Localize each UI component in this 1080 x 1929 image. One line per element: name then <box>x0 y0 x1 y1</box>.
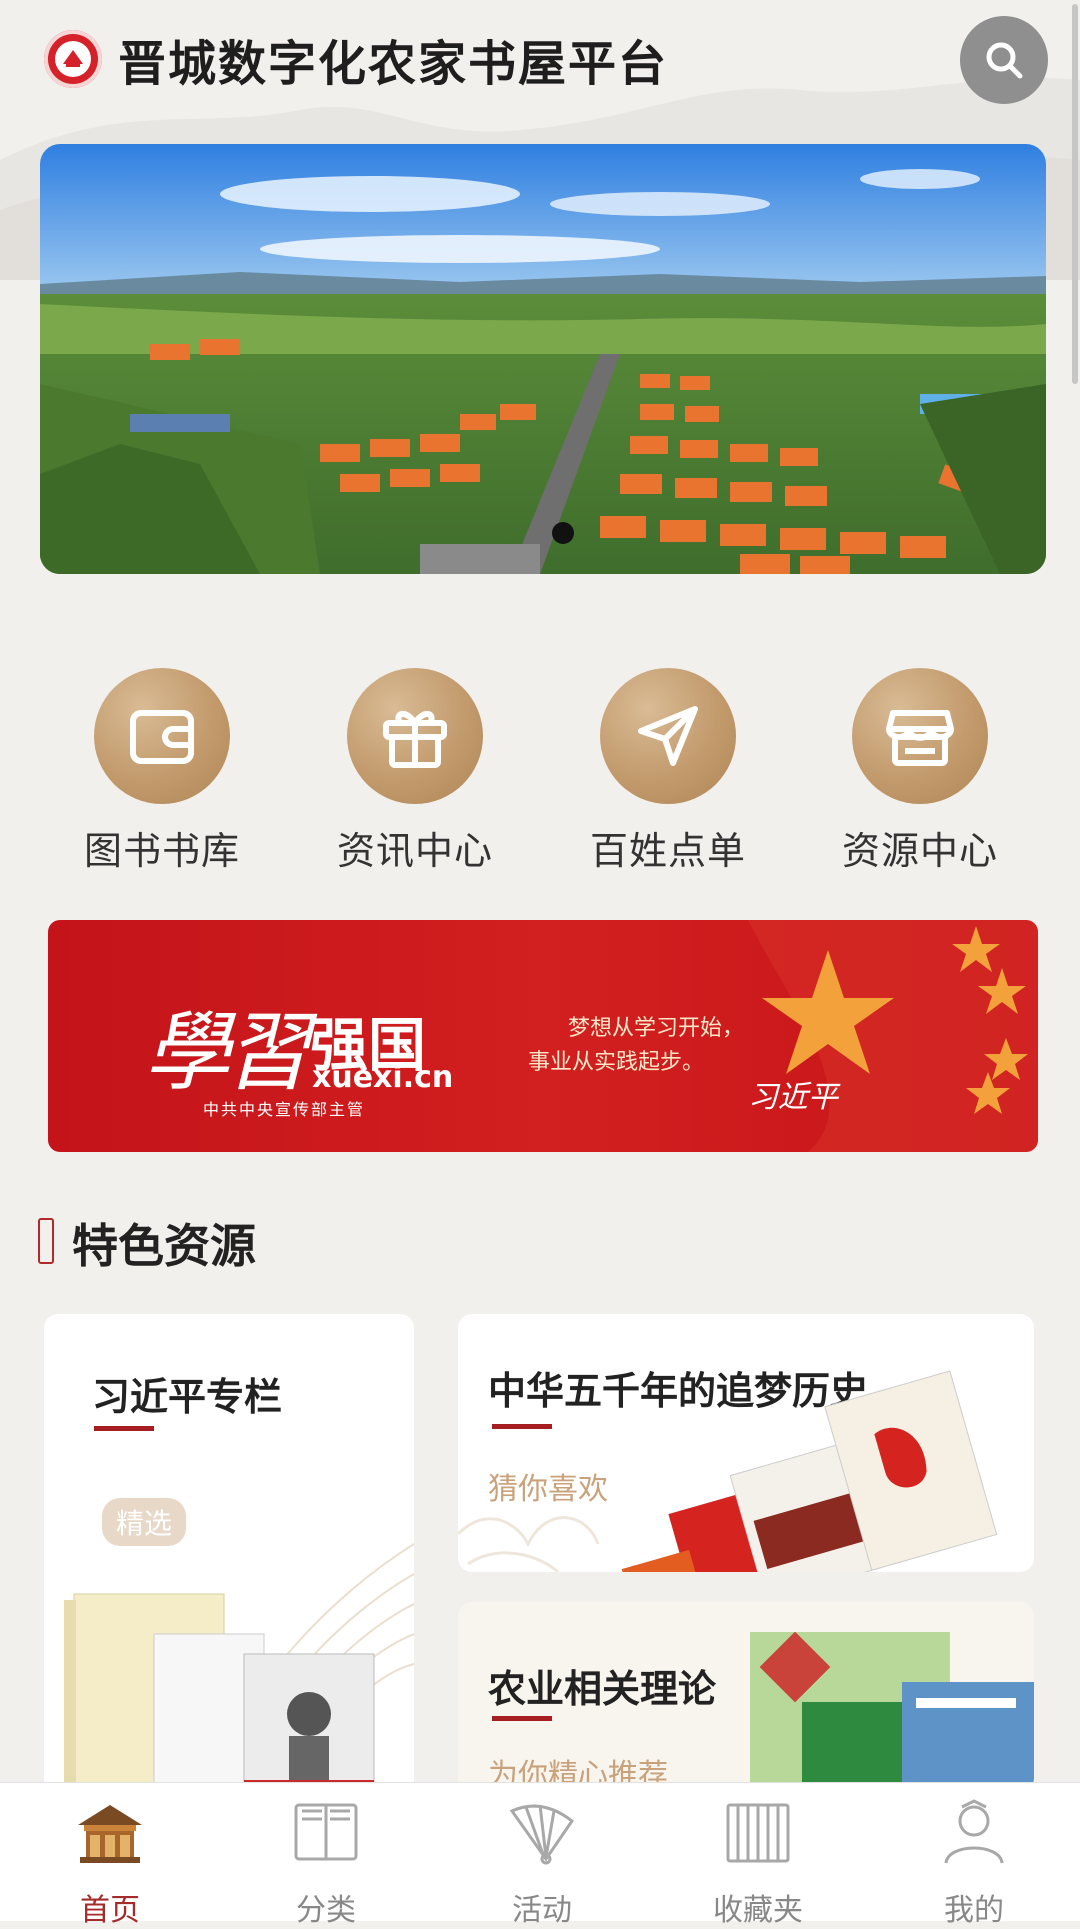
tab-label: 首页 <box>80 1893 140 1928</box>
tab-category[interactable]: 分类 <box>246 1797 406 1929</box>
scrollbar-thumb[interactable] <box>1072 4 1078 384</box>
resource-card-agriculture[interactable]: 农业相关理论 为你精心推荐 <box>458 1602 1034 1792</box>
promo-quote-line2: 事业从实践起步。 <box>528 1050 705 1075</box>
quick-nav-item-library[interactable]: 图书书库 <box>62 668 262 875</box>
promo-banner-xuexi[interactable]: 學習 强国 xuexi.cn 中共中央宣传部主管 梦想从学习开始， 事业从实践起… <box>48 920 1038 1152</box>
gift-icon <box>383 711 447 768</box>
bottom-navigation: 首页 分类 活动 收藏夹 我的 <box>0 1782 1080 1928</box>
quick-nav-label: 资讯中心 <box>336 829 493 873</box>
card-title-underline <box>492 1716 552 1721</box>
promo-brand-script: 學習 <box>144 1003 310 1103</box>
app-title: 晋城数字化农家书屋平台 <box>118 36 669 92</box>
promo-quote-line1: 梦想从学习开始， <box>568 1016 745 1041</box>
promo-sponsor: 中共中央宣传部主管 <box>203 1100 366 1119</box>
card-title-underline <box>94 1426 154 1431</box>
quick-nav-item-news[interactable]: 资讯中心 <box>315 668 515 875</box>
flag-stars-decoration <box>748 920 1038 1152</box>
quick-nav-label: 图书书库 <box>83 829 240 873</box>
quick-nav-label: 资源中心 <box>841 829 998 873</box>
resource-card-history[interactable]: 中华五千年的追梦历史 猜你喜欢 <box>458 1314 1034 1572</box>
tab-label: 收藏夹 <box>713 1893 803 1928</box>
resource-card-xi-column[interactable]: 习近平专栏 精选 <box>44 1314 414 1794</box>
quick-nav-label: 百姓点单 <box>589 829 746 873</box>
tab-label: 我的 <box>944 1893 1004 1928</box>
book-covers-image <box>64 1593 375 1794</box>
user-icon <box>944 1799 1004 1864</box>
tab-activity[interactable]: 活动 <box>462 1797 622 1929</box>
card-title: 农业相关理论 <box>488 1666 717 1711</box>
book-icon <box>294 1803 358 1861</box>
tab-label: 分类 <box>296 1893 356 1928</box>
search-icon <box>986 42 1023 79</box>
history-books-image <box>621 1370 998 1572</box>
featured-tag: 精选 <box>102 1498 187 1546</box>
fan-icon <box>509 1804 575 1865</box>
tab-favorites[interactable]: 收藏夹 <box>678 1797 838 1929</box>
send-icon <box>638 706 698 766</box>
carousel-indicator-dot[interactable] <box>552 522 574 544</box>
bookshelf-icon <box>726 1803 790 1863</box>
wallet-icon <box>130 710 194 764</box>
promo-domain: xuexi.cn <box>312 1060 454 1095</box>
card-title: 习近平专栏 <box>92 1374 283 1419</box>
tab-profile[interactable]: 我的 <box>894 1797 1054 1929</box>
card-title-underline <box>492 1424 552 1429</box>
hero-banner-image[interactable] <box>40 144 1046 574</box>
seal-icon <box>38 1218 54 1264</box>
tab-label: 活动 <box>512 1893 572 1928</box>
search-button[interactable] <box>960 16 1048 104</box>
tab-home[interactable]: 首页 <box>30 1797 190 1929</box>
quick-nav-item-resources[interactable]: 资源中心 <box>820 668 1020 875</box>
agriculture-books-image <box>750 1632 1034 1792</box>
emblem-logo-icon <box>44 30 102 88</box>
promo-signature: 习近平 <box>748 1080 838 1115</box>
quick-nav: 图书书库 资讯中心 百姓点单 资源中心 <box>0 668 1080 873</box>
header: 晋城数字化农家书屋平台 <box>0 0 1080 120</box>
section-title: 特色资源 <box>72 1219 256 1273</box>
store-icon <box>886 710 954 766</box>
quick-nav-item-order[interactable]: 百姓点单 <box>568 668 768 875</box>
card-subtitle: 猜你喜欢 <box>488 1472 608 1507</box>
home-pavilion-icon <box>78 1805 142 1863</box>
